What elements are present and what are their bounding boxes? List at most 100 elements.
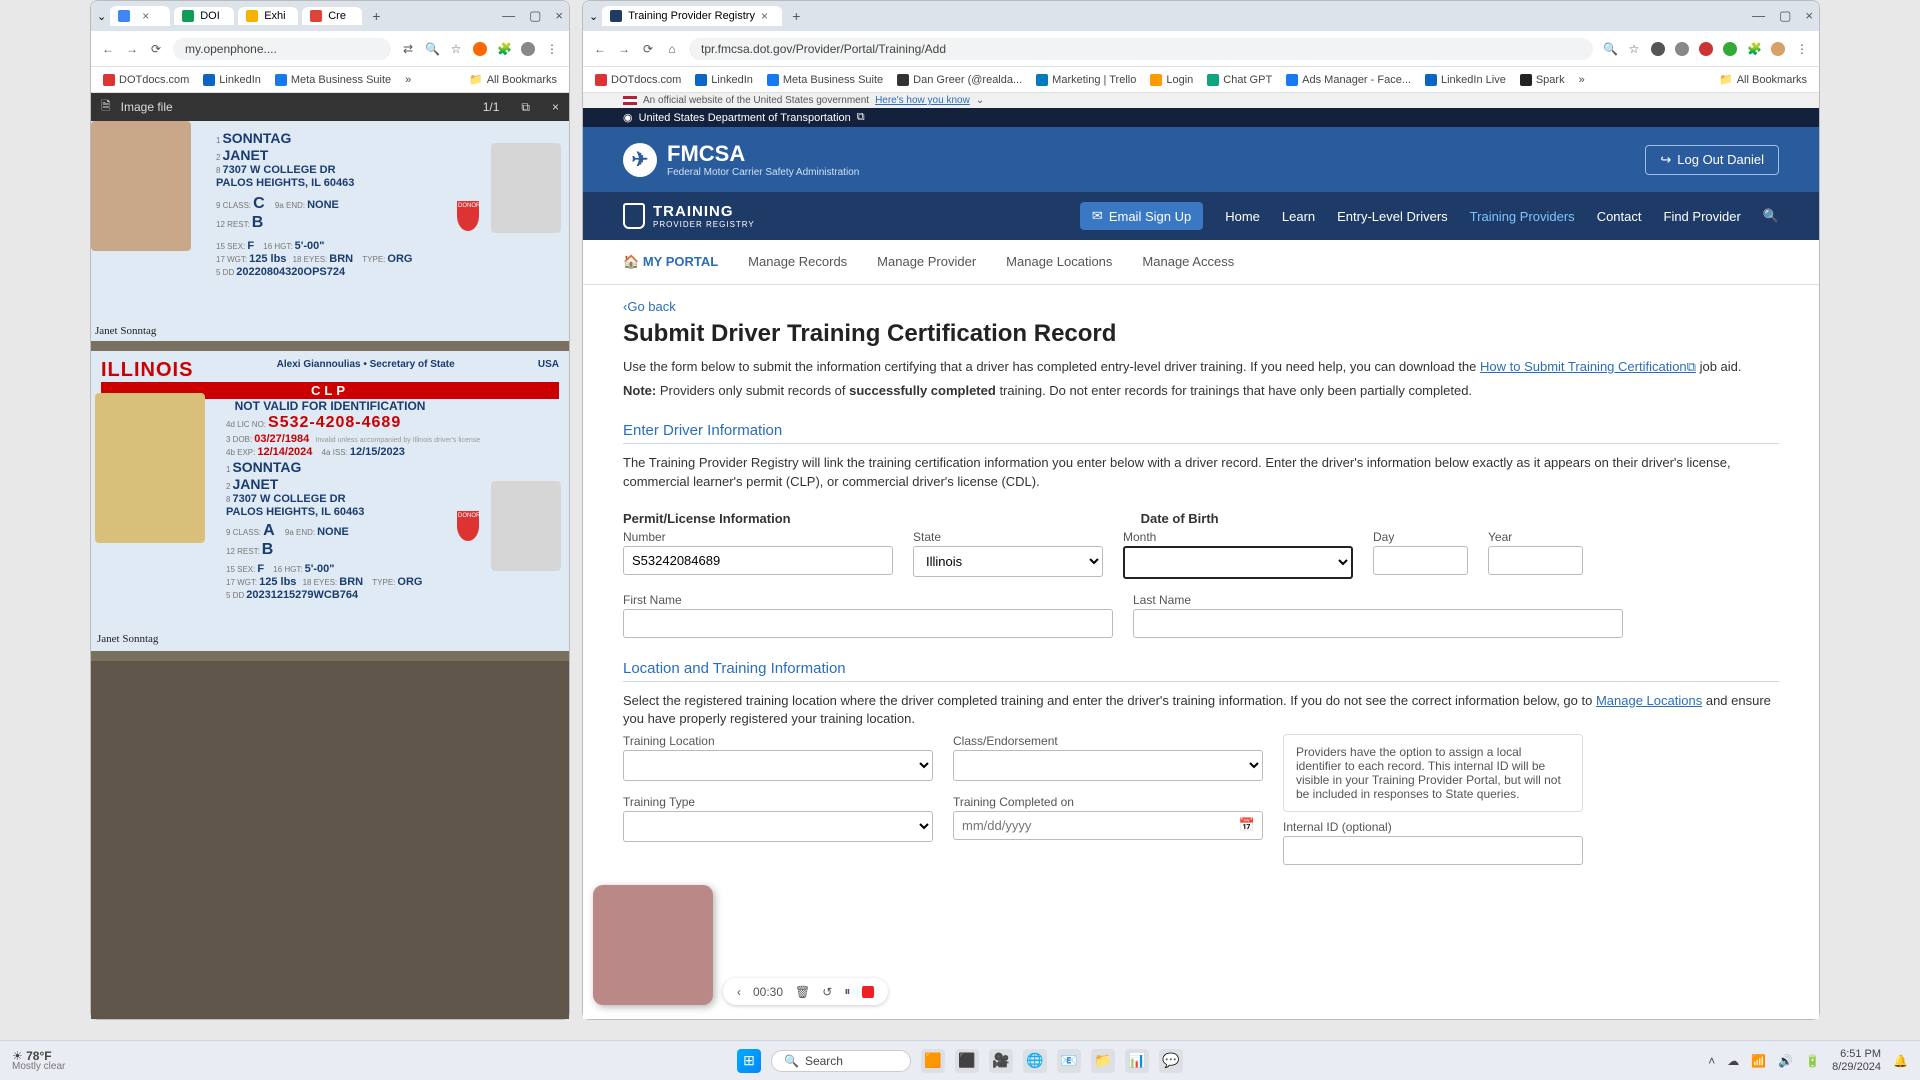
chevron-down-icon[interactable]: ⌄ [589, 10, 598, 23]
reload-icon[interactable]: ⟳ [149, 42, 163, 56]
open-external-icon[interactable]: ⧉ [521, 100, 530, 115]
extension-icon[interactable] [1699, 42, 1713, 56]
extension-icon[interactable] [473, 42, 487, 56]
subnav-manage-access[interactable]: Manage Access [1142, 250, 1234, 274]
taskbar-app-icon[interactable]: ⬛ [955, 1049, 979, 1073]
url-input[interactable]: tpr.fmcsa.dot.gov/Provider/Portal/Traini… [689, 38, 1593, 60]
bookmark-item[interactable]: LinkedIn [695, 74, 753, 86]
bookmark-item[interactable]: Dan Greer (@realda... [897, 74, 1022, 86]
training-location-select[interactable] [623, 750, 933, 781]
extension-icon[interactable] [1651, 42, 1665, 56]
bookmark-item[interactable]: Meta Business Suite [767, 74, 883, 86]
manage-locations-link[interactable]: Manage Locations [1596, 693, 1702, 708]
url-input[interactable]: my.openphone.... [173, 38, 391, 60]
subnav-manage-records[interactable]: Manage Records [748, 250, 847, 274]
volume-icon[interactable]: 🔊 [1778, 1054, 1793, 1068]
new-tab-button[interactable]: + [786, 8, 806, 24]
pause-icon[interactable]: ⏸ [844, 984, 850, 999]
bookmark-item[interactable]: Ads Manager - Face... [1286, 74, 1411, 86]
bookmark-item[interactable]: DOTdocs.com [595, 74, 681, 86]
overflow-icon[interactable]: » [1579, 74, 1585, 86]
forward-icon[interactable]: → [617, 42, 631, 56]
nav-training-providers[interactable]: Training Providers [1470, 209, 1575, 224]
bookmark-item[interactable]: LinkedIn Live [1425, 74, 1506, 86]
chevron-down-icon[interactable]: ⌄ [97, 10, 106, 23]
external-link-icon[interactable]: ⧉ [857, 111, 865, 124]
bookmark-item[interactable]: LinkedIn [203, 74, 261, 86]
stop-icon[interactable] [862, 986, 874, 998]
chevron-down-icon[interactable]: ⌄ [976, 95, 984, 106]
tab-0[interactable]: × [110, 6, 170, 26]
close-icon[interactable]: × [552, 100, 559, 114]
bookmark-item[interactable]: Chat GPT [1207, 74, 1272, 86]
bookmark-star-icon[interactable]: ☆ [449, 42, 463, 56]
day-input[interactable] [1373, 546, 1468, 575]
how-to-submit-link[interactable]: How to Submit Training Certification⧉ [1480, 359, 1696, 374]
calendar-icon[interactable]: 📅 [1239, 817, 1255, 833]
back-icon[interactable]: ← [101, 42, 115, 56]
zoom-icon[interactable]: 🔍 [425, 42, 439, 56]
minimize-icon[interactable]: — [502, 8, 515, 24]
taskbar-app-icon[interactable]: 🎥 [989, 1049, 1013, 1073]
taskbar-weather[interactable]: ☀ 78°F Mostly clear [12, 1050, 65, 1072]
translate-icon[interactable]: ⇄ [401, 42, 415, 56]
taskbar-explorer-icon[interactable]: 📁 [1091, 1049, 1115, 1073]
close-icon[interactable]: × [142, 9, 149, 23]
nav-home[interactable]: Home [1225, 209, 1260, 224]
license-number-input[interactable] [623, 546, 893, 575]
maximize-icon[interactable]: ▢ [1779, 8, 1791, 24]
close-icon[interactable]: × [761, 9, 768, 23]
tab-3[interactable]: Cre [302, 7, 362, 25]
taskbar-app-icon[interactable]: 📊 [1125, 1049, 1149, 1073]
taskbar-clock[interactable]: 6:51 PM 8/29/2024 [1832, 1048, 1881, 1072]
page-body[interactable]: An official website of the United States… [583, 93, 1819, 1019]
minimize-icon[interactable]: — [1752, 8, 1765, 24]
email-signup-button[interactable]: ✉Email Sign Up [1080, 202, 1203, 230]
restart-icon[interactable]: ↺ [822, 985, 832, 999]
subnav-manage-locations[interactable]: Manage Locations [1006, 250, 1112, 274]
tpr-brand[interactable]: TRAINING PROVIDER REGISTRY [623, 203, 755, 229]
zoom-icon[interactable]: 🔍 [1603, 42, 1617, 56]
notifications-icon[interactable]: 🔔 [1893, 1054, 1908, 1068]
gov-banner-link[interactable]: Here's how you know [875, 95, 970, 106]
taskbar-chrome-icon[interactable]: 🌐 [1023, 1049, 1047, 1073]
tab-1[interactable]: DOI [174, 7, 234, 25]
internal-id-input[interactable] [1283, 836, 1583, 865]
search-icon[interactable]: 🔍 [1763, 208, 1779, 224]
subnav-manage-provider[interactable]: Manage Provider [877, 250, 976, 274]
extension-icon[interactable] [1723, 42, 1737, 56]
new-tab-button[interactable]: + [366, 8, 386, 24]
home-icon[interactable]: ⌂ [665, 42, 679, 56]
training-completed-input[interactable] [953, 811, 1263, 840]
wifi-icon[interactable]: 📶 [1751, 1054, 1766, 1068]
overflow-icon[interactable]: » [405, 74, 411, 86]
month-select[interactable] [1123, 546, 1353, 579]
taskbar-app-icon[interactable]: 🟧 [921, 1049, 945, 1073]
bookmark-item[interactable]: DOTdocs.com [103, 74, 189, 86]
webcam-thumbnail[interactable] [593, 885, 713, 1005]
bookmark-item[interactable]: Spark [1520, 74, 1565, 86]
tab-2[interactable]: Exhi [238, 7, 298, 25]
prev-icon[interactable]: ‹ [737, 985, 741, 999]
nav-learn[interactable]: Learn [1282, 209, 1315, 224]
training-type-select[interactable] [623, 811, 933, 842]
year-input[interactable] [1488, 546, 1583, 575]
nav-entry-level-drivers[interactable]: Entry-Level Drivers [1337, 209, 1448, 224]
bookmark-item[interactable]: Marketing | Trello [1036, 74, 1136, 86]
image-viewer-body[interactable]: 1SONNTAG 2JANET 87307 W COLLEGE DR PALOS… [91, 121, 569, 1019]
onedrive-icon[interactable]: ☁ [1727, 1054, 1739, 1068]
all-bookmarks-button[interactable]: 📁 All Bookmarks [469, 73, 557, 86]
bookmark-item[interactable]: Meta Business Suite [275, 74, 391, 86]
extension-icon[interactable] [1675, 42, 1689, 56]
bookmark-star-icon[interactable]: ☆ [1627, 42, 1641, 56]
battery-icon[interactable]: 🔋 [1805, 1054, 1820, 1068]
logout-button[interactable]: ↪ Log Out Daniel [1645, 145, 1779, 175]
first-name-input[interactable] [623, 609, 1113, 638]
nav-find-provider[interactable]: Find Provider [1664, 209, 1741, 224]
profile-avatar-icon[interactable] [1771, 42, 1785, 56]
subnav-my-portal[interactable]: 🏠 MY PORTAL [623, 250, 718, 274]
taskbar-search[interactable]: 🔍Search [771, 1050, 911, 1072]
start-button[interactable]: ⊞ [737, 1049, 761, 1073]
extensions-icon[interactable]: 🧩 [497, 42, 511, 56]
taskbar-teams-icon[interactable]: 💬 [1159, 1049, 1183, 1073]
